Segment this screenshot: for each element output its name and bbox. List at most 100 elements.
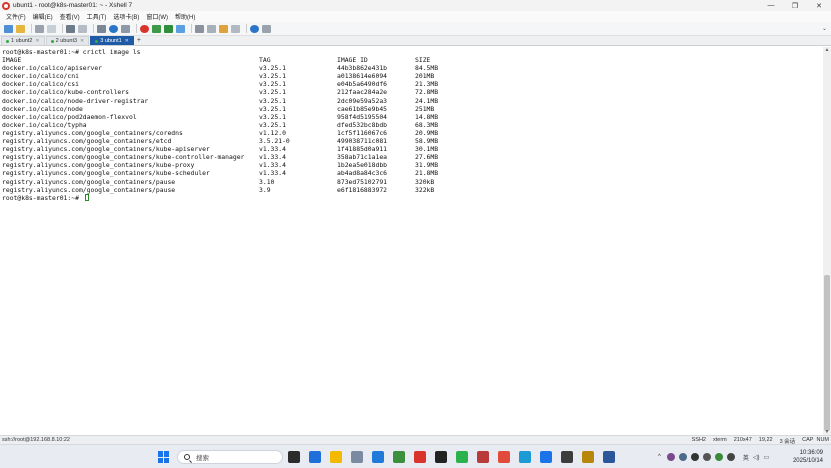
open-folder-icon[interactable] (16, 24, 25, 33)
search-placeholder: 搜索 (196, 455, 209, 462)
terminal-scrollbar[interactable]: ▲ ▼ (823, 47, 831, 435)
transfer-icon[interactable] (152, 24, 161, 33)
taskbar-app-icon[interactable] (351, 451, 363, 463)
image-name: registry.aliyuncs.com/google_containers/… (2, 145, 210, 154)
clock[interactable]: 10:36:09 2025/10/14 (793, 449, 823, 465)
battery-icon[interactable]: ▭ (763, 454, 769, 461)
taskbar-app-icon[interactable] (519, 451, 531, 463)
prompt: root@k8s-master01:~# (2, 193, 83, 202)
close-button[interactable]: ✕ (807, 0, 831, 11)
globe-icon[interactable] (109, 24, 118, 33)
menu-edit[interactable]: 编辑(E) (33, 12, 53, 21)
toolbar: ⌄ (0, 22, 831, 36)
menu-tools[interactable]: 工具(T) (87, 12, 107, 21)
image-name: registry.aliyuncs.com/google_containers/… (2, 153, 245, 162)
windows-start-icon[interactable] (158, 451, 170, 463)
tray-app-icon[interactable] (714, 453, 723, 461)
taskbar-app-icon[interactable] (372, 451, 384, 463)
window-controls: — ❐ ✕ (759, 0, 831, 11)
image-tag: v3.25.1 (259, 80, 286, 89)
tray-app-icon[interactable] (702, 453, 711, 461)
taskbar-app-icon[interactable] (540, 451, 552, 463)
image-name: docker.io/calico/kube-controllers (2, 88, 129, 97)
image-id: 2dc09e59a52a3 (337, 96, 388, 105)
image-tag: 3.10 (259, 177, 275, 186)
help-icon[interactable] (250, 24, 259, 33)
image-id: dfed532bc8bdb (337, 120, 388, 129)
tab-ubunt3[interactable]: 2 ubunt3 ✕ (45, 36, 90, 45)
keyboard-icon[interactable] (195, 24, 204, 33)
command-line: root@k8s-master01:~# crictl image ls (2, 48, 141, 56)
image-name: registry.aliyuncs.com/google_containers/… (2, 177, 176, 186)
image-name: docker.io/calico/typha (2, 120, 87, 129)
image-size: 31.9MB (415, 161, 439, 170)
tab-label: 2 ubunt3 (55, 38, 78, 44)
taskbar-app-icon[interactable] (288, 451, 300, 463)
highlight-icon[interactable] (121, 24, 130, 33)
toolbar-overflow-icon[interactable]: ⌄ (822, 25, 827, 32)
taskbar-app-icon[interactable] (603, 451, 615, 463)
chat-icon[interactable] (262, 24, 271, 33)
link-icon[interactable] (35, 24, 44, 33)
paste-icon[interactable] (78, 24, 87, 33)
tray-app-icon[interactable] (666, 453, 675, 461)
image-row: docker.io/calico/cni v3.25.1 a0138614e6094… (2, 72, 823, 80)
add-tab-icon[interactable]: + (137, 37, 141, 44)
tab-close-icon[interactable]: ✕ (35, 38, 39, 44)
expand-icon[interactable] (164, 24, 173, 33)
taskbar-app-icon[interactable] (330, 451, 342, 463)
window-title: ubunt1 - root@k8s-master01: ~ - Xshell 7 (13, 2, 133, 9)
menu-view[interactable]: 查看(V) (60, 12, 80, 21)
image-name: registry.aliyuncs.com/google_containers/… (2, 185, 176, 194)
image-row: docker.io/calico/pod2daemon-flexvol v3.25… (2, 113, 823, 121)
tray-app-icon[interactable] (690, 453, 699, 461)
taskbar-app-icon[interactable] (456, 451, 468, 463)
compose-icon[interactable] (219, 24, 228, 33)
layout-icon[interactable] (231, 24, 240, 33)
taskbar-app-icon[interactable] (561, 451, 573, 463)
search-icon (184, 454, 190, 460)
image-size: 27.6MB (415, 153, 439, 162)
tray-app-icon[interactable] (726, 453, 735, 461)
maximize-button[interactable]: ❐ (783, 0, 807, 11)
properties-icon[interactable] (97, 24, 106, 33)
image-id: cae61b85e9b45 (337, 104, 388, 113)
taskbar-app-icon[interactable] (477, 451, 489, 463)
volume-icon[interactable]: ◁) (753, 454, 760, 461)
tray-app-icon[interactable] (678, 453, 687, 461)
menu-help[interactable]: 帮助(H) (175, 12, 195, 21)
taskbar-app-icon[interactable] (414, 451, 426, 463)
connected-status-icon (95, 39, 99, 43)
menu-file[interactable]: 文件(F) (6, 12, 26, 21)
menu-window[interactable]: 窗口(W) (146, 12, 168, 21)
lock-icon[interactable] (176, 24, 185, 33)
image-tag: v3.25.1 (259, 72, 286, 81)
taskbar-app-icon[interactable] (582, 451, 594, 463)
text-cursor (84, 194, 89, 202)
tab-close-icon[interactable]: ✕ (125, 38, 129, 44)
input-method-indicator[interactable]: 英 (743, 453, 749, 462)
menu-tab[interactable]: 选项卡(B) (113, 12, 139, 21)
minimize-button[interactable]: — (759, 0, 783, 11)
unlink-icon[interactable] (47, 24, 56, 33)
tab-ubunt1[interactable]: 3 ubunt1 ✕ (90, 36, 134, 45)
taskbar-app-icon[interactable] (393, 451, 405, 463)
system-tray: ^ 英 ◁) ▭ (658, 452, 769, 462)
scroll-thumb[interactable] (824, 275, 830, 431)
taskbar-search[interactable]: 搜索 (177, 450, 283, 464)
xftp-icon[interactable] (140, 24, 149, 33)
image-size: 201MB (415, 72, 435, 81)
new-session-icon[interactable] (4, 24, 13, 33)
script-icon[interactable] (207, 24, 216, 33)
tab-ubunt2[interactable]: 1 ubunt2 ✕ (1, 36, 45, 45)
image-row: docker.io/calico/node-driver-registrar v3… (2, 97, 823, 105)
tab-close-icon[interactable]: ✕ (80, 38, 84, 44)
scroll-up-icon[interactable]: ▲ (823, 47, 831, 53)
taskbar-app-icon[interactable] (498, 451, 510, 463)
copy-icon[interactable] (66, 24, 75, 33)
taskbar-app-icon[interactable] (309, 451, 321, 463)
tray-overflow-icon[interactable]: ^ (658, 454, 661, 460)
terminal-output[interactable]: root@k8s-master01:~# crictl image ls IMA… (0, 47, 823, 435)
taskbar-app-icon[interactable] (435, 451, 447, 463)
image-tag: 3.9 (259, 185, 271, 194)
